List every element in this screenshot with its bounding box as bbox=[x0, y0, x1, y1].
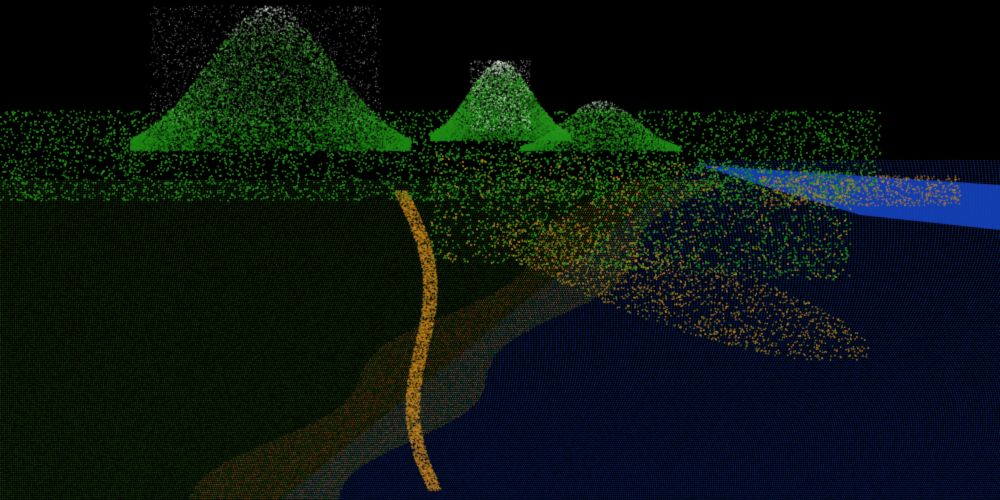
terrain-point-cloud-render[interactable] bbox=[0, 0, 1000, 500]
terrain-viewport[interactable] bbox=[0, 0, 1000, 500]
